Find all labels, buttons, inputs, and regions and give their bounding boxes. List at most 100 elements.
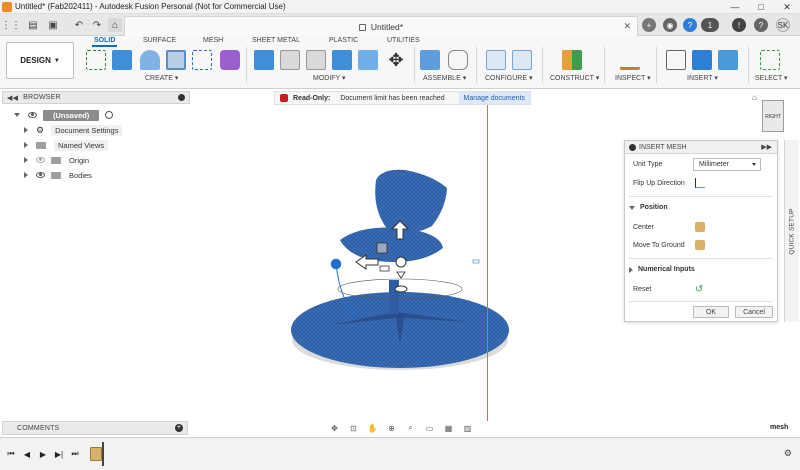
expand-dialog-icon[interactable]: ▶▶ — [761, 143, 772, 151]
undo-icon[interactable]: ↶ — [72, 18, 86, 32]
expand-icon[interactable] — [24, 142, 28, 148]
select-icon[interactable] — [760, 50, 780, 70]
tab-mesh[interactable]: MESH — [203, 37, 223, 44]
ground-icon[interactable] — [695, 240, 705, 250]
notifications-icon[interactable]: ! — [732, 18, 746, 32]
insert-derive-icon[interactable] — [666, 50, 686, 70]
pin-icon[interactable] — [178, 94, 185, 101]
comments-panel[interactable]: COMMENTS + — [2, 421, 188, 435]
play-icon[interactable]: ▶ — [38, 449, 48, 459]
visibility-icon[interactable] — [36, 172, 45, 178]
chamfer-icon[interactable] — [306, 50, 326, 70]
configure-rule-icon[interactable] — [512, 50, 532, 70]
display-settings-icon[interactable]: ▭ — [423, 423, 436, 433]
go-to-end-icon[interactable]: ⏭ — [70, 449, 80, 459]
expand-icon[interactable] — [24, 157, 28, 163]
hole-icon[interactable] — [166, 50, 186, 70]
visibility-off-icon[interactable] — [36, 157, 45, 163]
combine-icon[interactable] — [358, 50, 378, 70]
tree-item-document-settings[interactable]: ⚙ Document Settings — [24, 124, 123, 136]
user-avatar[interactable]: SK — [776, 18, 790, 32]
insert-canvas-icon[interactable] — [718, 50, 738, 70]
step-forward-icon[interactable]: ▶| — [54, 449, 64, 459]
expand-icon[interactable] — [24, 172, 28, 178]
redo-icon[interactable]: ↷ — [90, 18, 104, 32]
save-icon[interactable]: ▣ — [46, 18, 60, 32]
minimize-icon[interactable]: — — [722, 0, 748, 14]
tree-item-origin[interactable]: Origin — [24, 154, 89, 166]
fillet-icon[interactable] — [280, 50, 300, 70]
tree-item-named-views[interactable]: Named Views — [24, 139, 109, 151]
tree-root[interactable]: (Unsaved) — [14, 109, 114, 121]
tab-utilities[interactable]: UTILITIES — [387, 37, 420, 44]
center-icon[interactable] — [695, 222, 705, 232]
offset-plane-icon[interactable] — [562, 50, 582, 70]
pan-icon[interactable]: ✋ — [366, 423, 379, 433]
group-select[interactable]: SELECT ▾ — [755, 74, 788, 82]
visibility-icon[interactable] — [28, 112, 37, 118]
reset-icon[interactable]: ↺ — [695, 284, 703, 295]
root-component[interactable]: (Unsaved) — [43, 109, 100, 121]
manage-documents-link[interactable]: Manage documents — [458, 92, 530, 104]
view-cube[interactable]: RIGHT — [762, 100, 784, 132]
new-tab-icon[interactable]: + — [642, 18, 656, 32]
close-tab-icon[interactable]: ✕ — [623, 21, 631, 32]
timeline-marker[interactable] — [102, 442, 104, 466]
position-section[interactable]: Position — [629, 204, 668, 211]
extrude-icon[interactable] — [112, 50, 132, 70]
numerical-inputs-section[interactable]: Numerical Inputs — [629, 266, 695, 273]
timeline-mesh-feature[interactable] — [90, 447, 102, 461]
form-icon[interactable] — [220, 50, 240, 70]
apps-grid-icon[interactable]: ⋮⋮ — [1, 18, 21, 32]
flip-axis-icon[interactable] — [695, 178, 705, 188]
go-to-start-icon[interactable]: ⏮ — [6, 449, 16, 459]
maximize-icon[interactable]: □ — [748, 0, 774, 14]
dialog-header[interactable]: INSERT MESH ▶▶ — [625, 141, 777, 154]
look-at-icon[interactable]: ⊡ — [347, 423, 360, 433]
grid-settings-icon[interactable]: ▦ — [442, 423, 455, 433]
configure-table-icon[interactable] — [486, 50, 506, 70]
measure-icon[interactable] — [620, 50, 640, 70]
press-pull-icon[interactable] — [254, 50, 274, 70]
help-icon[interactable]: ? — [683, 18, 697, 32]
add-comment-icon[interactable]: + — [175, 424, 183, 432]
file-menu-icon[interactable]: ▤ — [26, 18, 40, 32]
tab-solid[interactable]: SOLID — [91, 37, 118, 47]
group-inspect[interactable]: INSPECT ▾ — [615, 74, 651, 82]
workspace-switcher[interactable]: DESIGN ▼ — [6, 42, 74, 79]
home-icon[interactable]: ⌂ — [108, 18, 122, 32]
group-assemble[interactable]: ASSEMBLE ▾ — [423, 74, 466, 82]
job-status-icon[interactable]: 1 — [701, 18, 719, 32]
collapse-icon[interactable]: ◀◀ — [7, 94, 18, 102]
tab-plastic[interactable]: PLASTIC — [329, 37, 358, 44]
tree-item-bodies[interactable]: Bodies — [24, 169, 92, 181]
close-icon[interactable]: ✕ — [774, 0, 800, 14]
expand-icon[interactable] — [14, 113, 20, 117]
tab-sheet-metal[interactable]: SHEET METAL — [252, 37, 300, 44]
home-view-icon[interactable]: ⌂ — [752, 93, 757, 102]
revolve-icon[interactable] — [140, 50, 160, 70]
joint-icon[interactable] — [448, 50, 468, 70]
group-insert[interactable]: INSERT ▾ — [687, 74, 718, 82]
create-sketch-icon[interactable] — [86, 50, 106, 70]
ok-button[interactable]: OK — [693, 306, 729, 318]
expand-icon[interactable] — [24, 127, 28, 133]
browser-panel-header[interactable]: ◀◀ BROWSER — [2, 91, 190, 104]
viewports-icon[interactable]: ▥ — [461, 423, 474, 433]
unit-type-select[interactable]: Millimeter — [693, 158, 761, 171]
extensions-icon[interactable]: ◉ — [663, 18, 677, 32]
zoom-icon[interactable]: ⊕ — [385, 423, 398, 433]
cancel-button[interactable]: Cancel — [735, 306, 773, 318]
tab-surface[interactable]: SURFACE — [143, 37, 176, 44]
new-component-icon[interactable] — [420, 50, 440, 70]
group-construct[interactable]: CONSTRUCT ▾ — [550, 74, 599, 82]
pattern-icon[interactable] — [192, 50, 212, 70]
move-icon[interactable]: ✥ — [386, 50, 406, 70]
help-circle-icon[interactable]: ? — [754, 18, 768, 32]
group-modify[interactable]: MODIFY ▾ — [313, 74, 346, 82]
activate-radio-icon[interactable] — [105, 111, 114, 119]
fit-icon[interactable]: ⌕ — [404, 423, 417, 433]
insert-mesh-icon[interactable] — [692, 50, 712, 70]
timeline-settings-icon[interactable]: ⚙ — [784, 448, 792, 459]
group-configure[interactable]: CONFIGURE ▾ — [485, 74, 532, 82]
